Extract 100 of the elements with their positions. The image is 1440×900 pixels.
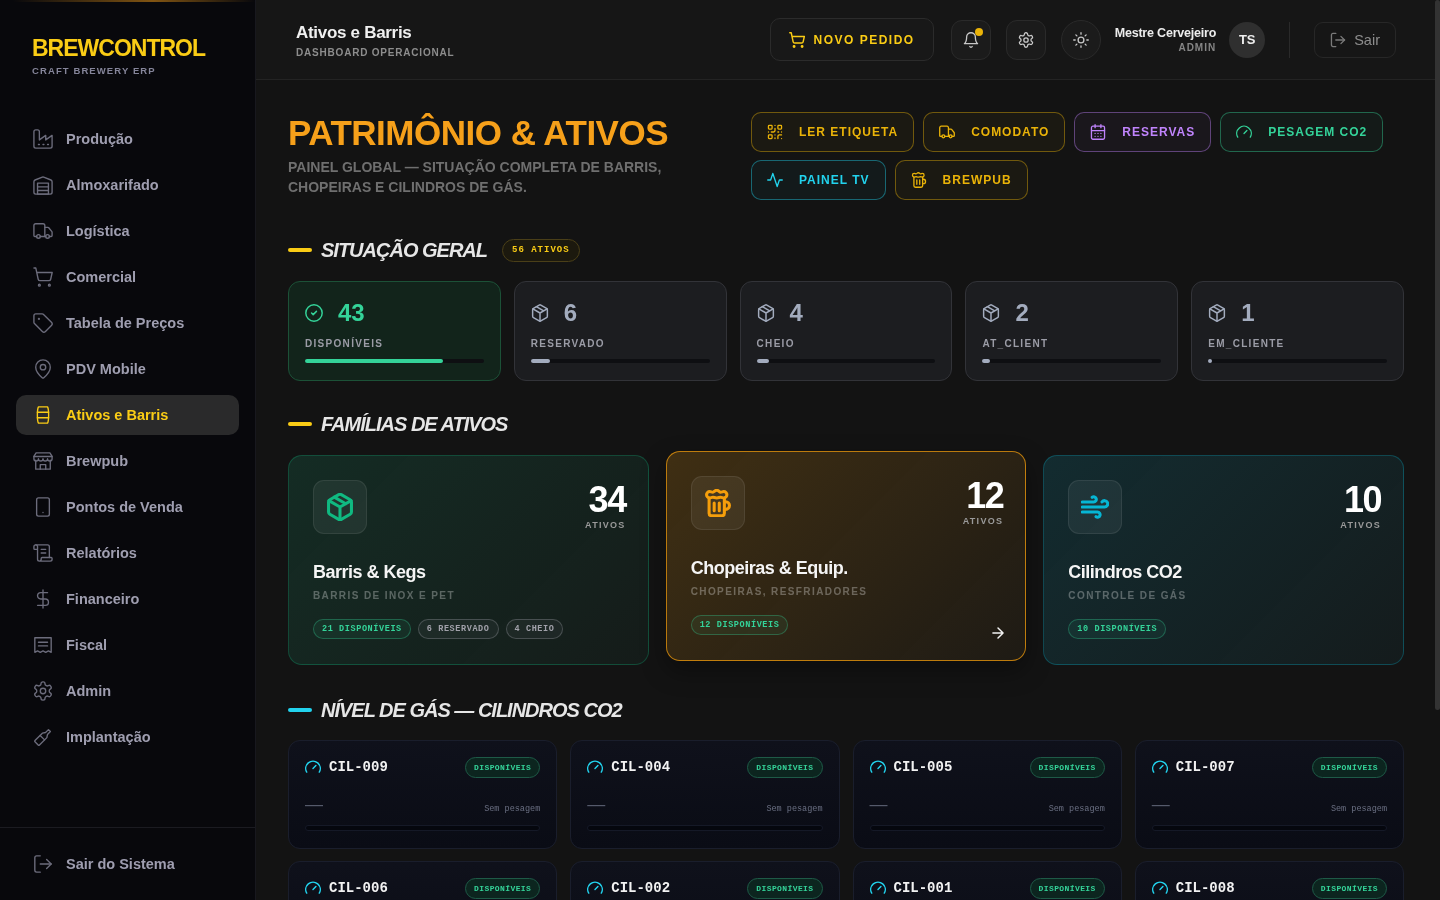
- factory-icon: [33, 129, 53, 149]
- qr-code-icon: [767, 124, 783, 140]
- map-pin-icon: [33, 359, 53, 379]
- store-icon: [33, 451, 53, 471]
- family-name: Chopeiras & Equip.: [690, 557, 849, 580]
- status-chip: 6 RESERVADO: [417, 619, 499, 639]
- nav-item[interactable]: Pontos de Venda: [16, 487, 239, 527]
- sun-icon: [1072, 31, 1089, 48]
- scroll-icon: [33, 543, 53, 563]
- action-button[interactable]: LER ETIQUETA: [751, 112, 915, 152]
- action-button[interactable]: PESAGEM CO2: [1220, 112, 1384, 152]
- family-count-label: ATIVOS: [585, 520, 626, 531]
- family-count: 10: [1343, 480, 1381, 520]
- stat-label: EM_CLIENTE: [1208, 338, 1286, 350]
- nav-item[interactable]: Fiscal: [16, 625, 239, 665]
- nav-item[interactable]: Ativos e Barris: [16, 395, 239, 435]
- nav-item[interactable]: Tabela de Preços: [16, 303, 239, 343]
- stat-label: CHEIO: [756, 338, 796, 350]
- user-avatar[interactable]: TS: [1229, 21, 1266, 58]
- nav-item[interactable]: Relatórios: [16, 533, 239, 573]
- gauge-icon: [869, 759, 886, 775]
- arrow-right-icon: [990, 625, 1007, 641]
- logout-button[interactable]: Sair: [1314, 21, 1396, 58]
- nav-item[interactable]: Logística: [16, 211, 239, 251]
- cylinder-code: CIL-004: [611, 759, 671, 775]
- family-count-label: ATIVOS: [1340, 520, 1381, 531]
- section-title: FAMÍLIAS DE ATIVOS: [321, 412, 508, 437]
- action-button[interactable]: BREWPUB: [894, 160, 1028, 200]
- brand-logo: BREWCONTROL: [32, 34, 205, 62]
- stat-value: 4: [789, 299, 803, 327]
- notifications-button[interactable]: [950, 19, 991, 60]
- gauge-icon: [1151, 759, 1168, 775]
- nav-item[interactable]: Brewpub: [16, 441, 239, 481]
- status-badge: DISPONÍVEIS: [1029, 877, 1105, 899]
- receipt-icon: [33, 635, 53, 655]
- hero-title: PATRIMÔNIO & ATIVOS: [288, 112, 669, 154]
- gauge-icon: [587, 880, 604, 896]
- nav-item[interactable]: Implantação: [16, 717, 239, 757]
- logout-icon: [33, 854, 53, 874]
- nav-item[interactable]: Produção: [16, 119, 239, 159]
- smartphone-icon: [33, 497, 53, 517]
- page-title: Ativos e Barris: [296, 22, 412, 43]
- logout-icon: [1330, 31, 1347, 48]
- nav-item[interactable]: Comercial: [16, 257, 239, 297]
- action-button[interactable]: PAINEL TV: [751, 160, 886, 200]
- family-card[interactable]: 12 ATIVOS Chopeiras & Equip. CHOPEIRAS, RESFRIADORES 12 DISPONÍVEIS: [665, 451, 1027, 661]
- family-description: CHOPEIRAS, RESFRIADORES: [690, 586, 869, 598]
- settings-button[interactable]: [1005, 19, 1046, 60]
- family-name: Barris & Kegs: [313, 561, 427, 584]
- reading-note: Sem pesagem: [1048, 803, 1105, 815]
- reading-value: —: [1151, 793, 1170, 815]
- section-title: SITUAÇÃO GERAL: [321, 238, 487, 263]
- beer-mug-icon: [910, 172, 927, 188]
- tag-icon: [33, 313, 53, 333]
- box-icon: [530, 304, 549, 322]
- action-button[interactable]: RESERVAS: [1074, 112, 1212, 152]
- settings-icon: [1017, 31, 1034, 48]
- cylinder-code: CIL-006: [329, 880, 388, 896]
- truck-icon: [33, 221, 53, 241]
- family-count: 12: [966, 476, 1004, 516]
- status-chip: 21 DISPONÍVEIS: [313, 619, 411, 639]
- stat-value: 6: [563, 299, 578, 327]
- warehouse-icon: [33, 175, 53, 195]
- nav-item[interactable]: Financeiro: [16, 579, 239, 619]
- reading-note: Sem pesagem: [1330, 803, 1387, 815]
- family-card[interactable]: 10 ATIVOS Cilindros CO2 CONTROLE DE GÁS 10 DISPONÍVEIS: [1043, 455, 1404, 665]
- status-badge: DISPONÍVEIS: [1029, 756, 1105, 778]
- new-order-button[interactable]: NOVO PEDIDO: [769, 18, 934, 61]
- nav-item[interactable]: Admin: [16, 671, 239, 711]
- section-title: NÍVEL DE GÁS — CILINDROS CO2: [321, 698, 622, 723]
- cylinder-code: CIL-002: [611, 880, 671, 896]
- cart-icon: [33, 267, 53, 287]
- family-description: CONTROLE DE GÁS: [1068, 590, 1188, 602]
- reading-value: —: [869, 793, 888, 815]
- gauge-icon: [869, 880, 886, 896]
- stat-label: DISPONÍVEIS: [305, 338, 385, 350]
- box-icon: [756, 304, 775, 322]
- status-badge: DISPONÍVEIS: [747, 756, 823, 778]
- reading-note: Sem pesagem: [766, 803, 823, 815]
- stat-label: AT_CLIENT: [982, 338, 1050, 350]
- settings-icon: [33, 681, 53, 701]
- status-chip: 10 DISPONÍVEIS: [1068, 619, 1167, 639]
- nav-item[interactable]: PDV Mobile: [16, 349, 239, 389]
- logout-button[interactable]: Sair do Sistema: [16, 844, 239, 884]
- cylinder-code: CIL-007: [1175, 759, 1235, 775]
- stat-value: 2: [1015, 299, 1029, 327]
- gauge-icon: [587, 759, 604, 775]
- count-badge: 56 ATIVOS: [502, 238, 580, 262]
- nav-item[interactable]: Almoxarifado: [16, 165, 239, 205]
- status-badge: DISPONÍVEIS: [465, 756, 541, 778]
- reading-value: —: [587, 793, 606, 815]
- cylinder-code: CIL-009: [329, 759, 388, 775]
- cylinder-code: CIL-008: [1175, 880, 1235, 896]
- scrollbar-thumb[interactable]: [1435, 0, 1440, 710]
- gauge-icon: [305, 759, 321, 775]
- user-role: ADMIN: [1178, 41, 1217, 54]
- family-card[interactable]: 34 ATIVOS Barris & Kegs BARRIS DE INOX E PET 21 DISPONÍVEIS 6 RESERVADO 4 CHEIO: [288, 455, 649, 665]
- family-description: BARRIS DE INOX E PET: [313, 590, 456, 602]
- stat-value: 43: [338, 299, 365, 327]
- action-button[interactable]: COMODATO: [923, 112, 1066, 152]
